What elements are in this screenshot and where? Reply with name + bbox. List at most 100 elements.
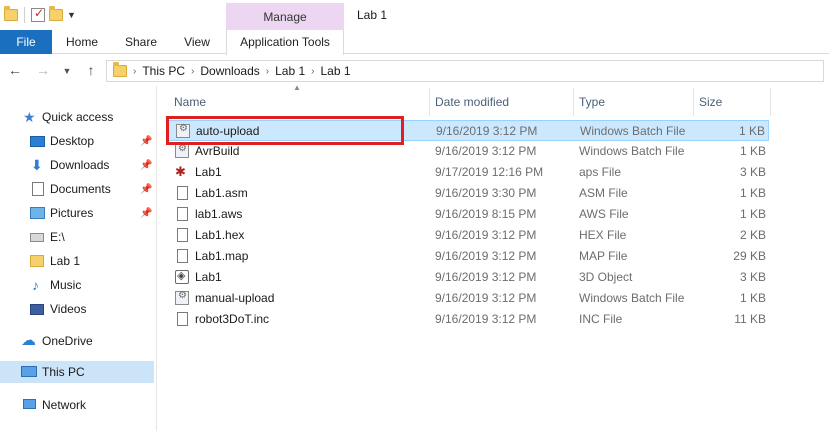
pin-icon[interactable]: 📌 [140,160,152,171]
file-date: 9/17/2019 12:16 PM [435,165,544,179]
nav-label: Desktop [50,134,95,148]
file-size: 11 KB [734,312,766,326]
column-divider[interactable] [693,88,694,116]
file-date: 9/16/2019 3:12 PM [435,312,537,326]
breadcrumb-downloads[interactable]: Downloads [200,64,259,78]
highlight-annotation-box [166,116,404,145]
file-date: 9/16/2019 3:12 PM [435,249,537,263]
file-size: 3 KB [739,270,766,284]
column-divider[interactable] [573,88,574,116]
column-header-date[interactable]: Date modified [435,91,509,113]
file-size: 3 KB [739,165,766,179]
desktop-icon [30,136,45,147]
nav-quick-access[interactable]: ★ Quick access [0,106,154,128]
nav-this-pc[interactable]: This PC [0,361,154,383]
file-row[interactable]: Lab1 9/16/2019 3:12 PM 3D Object 3 KB [167,267,769,288]
title-bar: ▼ Manage Lab 1 [0,0,829,30]
recent-locations-chevron-icon[interactable]: ▼ [58,66,76,76]
file-type: HEX File [579,228,627,242]
nav-label: This PC [42,365,85,379]
file-name: AvrBuild [195,144,240,158]
breadcrumb-lab1-parent[interactable]: Lab 1 [275,64,305,78]
column-divider[interactable] [429,88,430,116]
file-date: 9/16/2019 3:12 PM [436,124,538,138]
file-date: 9/16/2019 8:15 PM [435,207,537,221]
nav-onedrive[interactable]: ☁ OneDrive [0,330,154,352]
nav-label: Pictures [50,206,94,220]
file-row[interactable]: Lab1.map 9/16/2019 3:12 PM MAP File 29 K… [167,246,769,267]
file-row[interactable]: Lab1.hex 9/16/2019 3:12 PM HEX File 2 KB [167,225,769,246]
tab-file[interactable]: File [0,30,52,54]
computer-icon [21,366,37,377]
file-type: aps File [579,165,622,179]
properties-icon[interactable] [31,6,45,22]
text-file-icon [177,312,188,326]
file-size: 1 KB [739,144,766,158]
text-file-icon [177,207,188,221]
file-row[interactable]: Lab1.asm 9/16/2019 3:30 PM ASM File 1 KB [167,183,769,204]
breadcrumb-lab1-current[interactable]: Lab 1 [320,64,350,78]
file-type: AWS File [579,207,629,221]
file-type: MAP File [579,249,628,263]
column-header-type[interactable]: Type [579,91,605,113]
sort-ascending-icon: ▲ [293,83,301,92]
pin-icon[interactable]: 📌 [140,136,152,147]
file-name: Lab1 [195,165,222,179]
file-row[interactable]: robot3DoT.inc 9/16/2019 3:12 PM INC File… [167,309,769,330]
file-type: ASM File [579,186,628,200]
chevron-down-icon[interactable]: ▼ [67,10,76,20]
file-row[interactable]: manual-upload 9/16/2019 3:12 PM Windows … [167,288,769,309]
pane-divider[interactable] [156,86,157,431]
file-size: 1 KB [739,207,766,221]
nav-item-desktop[interactable]: Desktop 📌 [0,130,154,152]
file-name: manual-upload [195,291,275,305]
nav-item-music[interactable]: ♪ Music [0,274,154,296]
window-title: Lab 1 [357,8,388,22]
pin-icon[interactable]: 📌 [140,184,152,195]
folder-icon [113,62,127,77]
nav-label: Lab 1 [50,254,81,268]
chevron-right-icon[interactable]: › [191,66,194,77]
tab-view[interactable]: View [176,30,218,54]
tab-home[interactable]: Home [58,30,106,54]
breadcrumb-this-pc[interactable]: This PC [142,64,185,78]
nav-item-pictures[interactable]: Pictures 📌 [0,202,154,224]
tab-share[interactable]: Share [118,30,164,54]
music-note-icon: ♪ [32,277,39,293]
file-size: 29 KB [733,249,766,263]
chevron-right-icon[interactable]: › [133,66,136,77]
up-arrow-icon[interactable]: ↑ [82,62,100,78]
address-bar[interactable]: › This PC › Downloads › Lab 1 › Lab 1 [106,60,824,82]
star-icon: ★ [23,109,36,125]
file-date: 9/16/2019 3:12 PM [435,291,537,305]
navigation-pane: ★ Quick access Desktop 📌 ⬇ Downloads 📌 D… [0,96,156,431]
column-header-name[interactable]: Name [174,91,206,113]
chevron-right-icon[interactable]: › [311,66,314,77]
file-name: Lab1.asm [195,186,248,200]
file-row[interactable]: ✱ Lab1 9/17/2019 12:16 PM aps File 3 KB [167,162,769,183]
nav-network[interactable]: Network [0,394,154,416]
new-folder-icon[interactable] [49,6,63,21]
nav-item-drive-e[interactable]: E:\ [0,226,154,248]
document-icon [32,182,44,196]
column-header-size[interactable]: Size [699,91,722,113]
column-divider[interactable] [770,88,771,116]
file-date: 9/16/2019 3:12 PM [435,228,537,242]
file-row[interactable]: lab1.aws 9/16/2019 8:15 PM AWS File 1 KB [167,204,769,225]
back-arrow-icon[interactable]: ← [6,62,24,78]
pictures-icon [30,207,45,219]
folder-icon[interactable] [4,6,18,21]
nav-item-documents[interactable]: Documents 📌 [0,178,154,200]
forward-arrow-icon[interactable]: → [34,62,52,78]
tab-application-tools[interactable]: Application Tools [226,30,344,55]
nav-label: Documents [50,182,111,196]
nav-item-videos[interactable]: Videos [0,298,154,320]
nav-item-downloads[interactable]: ⬇ Downloads 📌 [0,154,154,176]
pin-icon[interactable]: 📌 [140,208,152,219]
chevron-right-icon[interactable]: › [266,66,269,77]
file-date: 9/16/2019 3:12 PM [435,144,537,158]
download-arrow-icon: ⬇ [31,157,43,173]
text-file-icon [177,228,188,242]
file-size: 1 KB [739,291,766,305]
nav-item-lab1[interactable]: Lab 1 [0,250,154,272]
